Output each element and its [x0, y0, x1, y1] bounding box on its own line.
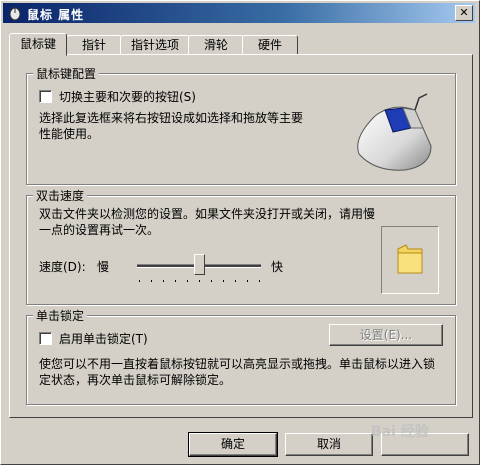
button-config-description: 选择此复选框来将右按钮设成如选择和拖放等主要性能使用。	[39, 111, 304, 141]
cancel-button[interactable]: 取消	[285, 433, 373, 456]
slider-tick	[223, 280, 224, 282]
click-lock-label: 单击锁定	[33, 307, 88, 324]
slider-tick	[211, 280, 212, 282]
speed-slider-thumb[interactable]	[194, 254, 205, 275]
mouse-illustration-icon	[357, 93, 432, 171]
slider-tick	[199, 280, 200, 282]
speed-label: 速度(D):	[39, 260, 86, 274]
tab-hardware[interactable]: 硬件	[242, 35, 298, 55]
watermark: Bai 经验	[371, 424, 429, 440]
close-button[interactable]: ✕	[455, 5, 473, 21]
button-config-label: 鼠标键配置	[33, 65, 100, 82]
window-title: 鼠标 属性	[27, 8, 85, 22]
test-folder-area[interactable]	[381, 226, 439, 294]
slider-tick	[247, 280, 248, 282]
tab-pointers[interactable]: 指针	[66, 35, 122, 55]
double-click-description: 双击文件夹以检测您的设置。如果文件夹没打开或关闭，请用慢一点的设置再试一次。	[39, 207, 376, 237]
click-lock-settings-button[interactable]: 设置(E)...	[329, 324, 443, 346]
tab-pointer-options[interactable]: 指针选项	[120, 35, 190, 55]
slider-tick	[139, 280, 140, 282]
mouse-icon	[9, 7, 21, 21]
ok-button[interactable]: 确定	[188, 432, 278, 457]
tab-panel: 鼠标键配置 切换主要和次要的按钮(S) 选择此复选框来将右按钮设成如选择和拖放等…	[9, 54, 473, 418]
double-click-label: 双击速度	[33, 187, 88, 204]
button-config-group: 鼠标键配置 切换主要和次要的按钮(S) 选择此复选框来将右按钮设成如选择和拖放等…	[26, 65, 456, 185]
mouse-properties-dialog: 鼠标 属性 ✕ 鼠标键 指针 指针选项 滑轮 硬件 鼠标键配置 切换主要和次要的…	[0, 0, 480, 465]
click-lock-checkbox[interactable]	[39, 332, 52, 345]
slow-label: 慢	[97, 260, 110, 274]
folder-icon[interactable]	[396, 243, 424, 275]
tab-wheel[interactable]: 滑轮	[188, 35, 244, 55]
slider-tick	[235, 280, 236, 282]
swap-buttons-label[interactable]: 切换主要和次要的按钮(S)	[59, 88, 196, 105]
tab-mouse-buttons[interactable]: 鼠标键	[9, 33, 67, 56]
click-lock-description: 使您可以不用一直按着鼠标按钮就可以高亮显示或拖拽。单击鼠标以进入锁定状态，再次单…	[39, 357, 436, 387]
slider-tick	[175, 280, 176, 282]
title-bar[interactable]: 鼠标 属性 ✕	[3, 3, 475, 23]
slider-tick	[187, 280, 188, 282]
slider-tick	[151, 280, 152, 282]
fast-label: 快	[271, 260, 284, 274]
swap-buttons-checkbox[interactable]	[39, 90, 52, 103]
click-lock-group: 单击锁定 启用单击锁定(T) 设置(E)... 使您可以不用一直按着鼠标按钮就可…	[26, 307, 456, 405]
slider-tick	[163, 280, 164, 282]
click-lock-checkbox-label[interactable]: 启用单击锁定(T)	[59, 330, 148, 347]
slider-tick	[259, 280, 260, 282]
double-click-group: 双击速度 双击文件夹以检测您的设置。如果文件夹没打开或关闭，请用慢一点的设置再试…	[26, 187, 456, 305]
